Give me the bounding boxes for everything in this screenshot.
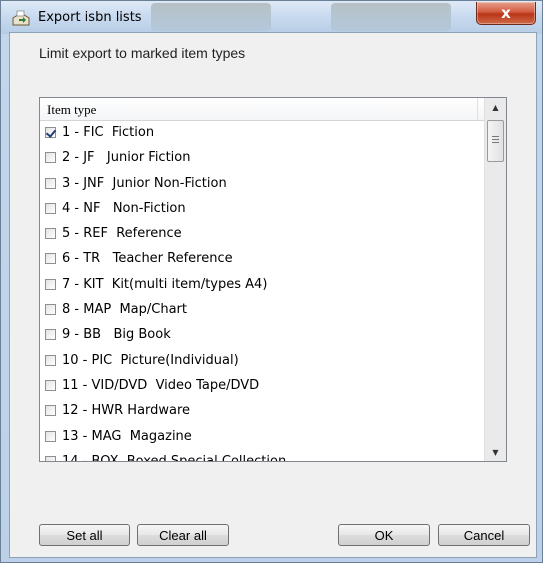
- item-checkbox[interactable]: [45, 228, 56, 240]
- item-checkbox[interactable]: [45, 329, 56, 341]
- item-label: 9 - BB Big Book: [62, 327, 171, 343]
- ok-button[interactable]: OK: [338, 524, 430, 546]
- list-item[interactable]: 6 - TR Teacher Reference: [40, 247, 485, 272]
- title-bar-background: [331, 3, 451, 31]
- clear-all-button[interactable]: Clear all: [137, 524, 229, 546]
- export-dialog-window: Export isbn lists x Limit export to mark…: [0, 0, 543, 563]
- title-bar-background: [151, 3, 271, 31]
- item-checkbox[interactable]: [45, 379, 56, 391]
- list-item[interactable]: 11 - VID/DVD Video Tape/DVD: [40, 374, 485, 399]
- list-column-header[interactable]: Item type: [40, 98, 485, 121]
- item-checkbox[interactable]: [45, 304, 56, 316]
- list-item[interactable]: 14 - BOX Boxed Special Collection: [40, 450, 485, 462]
- item-label: 2 - JF Junior Fiction: [62, 150, 191, 166]
- item-checkbox[interactable]: [45, 177, 56, 189]
- item-checkbox[interactable]: [45, 202, 56, 214]
- item-checkbox[interactable]: [45, 253, 56, 265]
- item-label: 7 - KIT Kit(multi item/types A4): [62, 276, 268, 292]
- thumb-grip-line: [492, 136, 499, 137]
- item-label: 4 - NF Non-Fiction: [62, 200, 186, 216]
- item-label: 6 - TR Teacher Reference: [62, 251, 233, 267]
- scroll-up-arrow-icon[interactable]: ▲: [485, 98, 506, 116]
- list-item[interactable]: 8 - MAP Map/Chart: [40, 298, 485, 323]
- vertical-scrollbar[interactable]: ▲ ▼: [484, 98, 506, 461]
- list-item[interactable]: 2 - JF Junior Fiction: [40, 146, 485, 171]
- item-label: 5 - REF Reference: [62, 226, 182, 242]
- thumb-grip-line: [492, 139, 499, 140]
- thumb-grip-line: [492, 142, 499, 143]
- item-label: 8 - MAP Map/Chart: [62, 302, 187, 318]
- item-type-list[interactable]: Item type 1 - FIC Fiction 2 - JF Junior …: [39, 97, 507, 462]
- scroll-down-arrow-icon[interactable]: ▼: [485, 443, 506, 461]
- item-label: 10 - PIC Picture(Individual): [62, 352, 239, 368]
- item-label: 12 - HWR Hardware: [62, 403, 191, 419]
- item-label: 13 - MAG Magazine: [62, 428, 192, 444]
- item-checkbox[interactable]: [45, 430, 56, 442]
- item-checkbox[interactable]: [45, 405, 56, 417]
- list-item[interactable]: 1 - FIC Fiction: [40, 121, 485, 146]
- export-app-icon: [12, 10, 30, 26]
- cancel-button[interactable]: Cancel: [438, 524, 530, 546]
- set-all-button[interactable]: Set all: [39, 524, 130, 546]
- close-icon: x: [501, 4, 511, 22]
- list-item[interactable]: 9 - BB Big Book: [40, 323, 485, 348]
- column-header-item-type[interactable]: Item type: [47, 102, 96, 118]
- item-checkbox[interactable]: [45, 152, 56, 164]
- item-label: 3 - JNF Junior Non-Fiction: [62, 175, 227, 191]
- window-title: Export isbn lists: [38, 10, 142, 25]
- list-item[interactable]: 12 - HWR Hardware: [40, 399, 485, 424]
- item-checkbox[interactable]: [45, 354, 56, 366]
- list-item[interactable]: 3 - JNF Junior Non-Fiction: [40, 172, 485, 197]
- list-rows: 1 - FIC Fiction 2 - JF Junior Fiction 3 …: [40, 121, 485, 462]
- item-checkbox[interactable]: [45, 278, 56, 290]
- list-item[interactable]: 5 - REF Reference: [40, 222, 485, 247]
- dialog-client-area: Limit export to marked item types Item t…: [9, 32, 537, 558]
- title-bar[interactable]: Export isbn lists x: [1, 1, 542, 34]
- item-label: 14 - BOX Boxed Special Collection: [62, 453, 287, 462]
- item-label: 1 - FIC Fiction: [62, 125, 155, 140]
- list-item[interactable]: 10 - PIC Picture(Individual): [40, 349, 485, 374]
- item-label: 11 - VID/DVD Video Tape/DVD: [62, 377, 260, 393]
- item-checkbox[interactable]: [45, 127, 56, 138]
- group-label: Limit export to marked item types: [39, 45, 246, 61]
- close-button[interactable]: x: [476, 2, 536, 25]
- list-item[interactable]: 7 - KIT Kit(multi item/types A4): [40, 273, 485, 298]
- list-item[interactable]: 13 - MAG Magazine: [40, 425, 485, 450]
- column-separator[interactable]: [477, 98, 478, 120]
- list-item[interactable]: 4 - NF Non-Fiction: [40, 197, 485, 222]
- item-checkbox[interactable]: [45, 455, 56, 461]
- scrollbar-thumb[interactable]: [487, 120, 504, 162]
